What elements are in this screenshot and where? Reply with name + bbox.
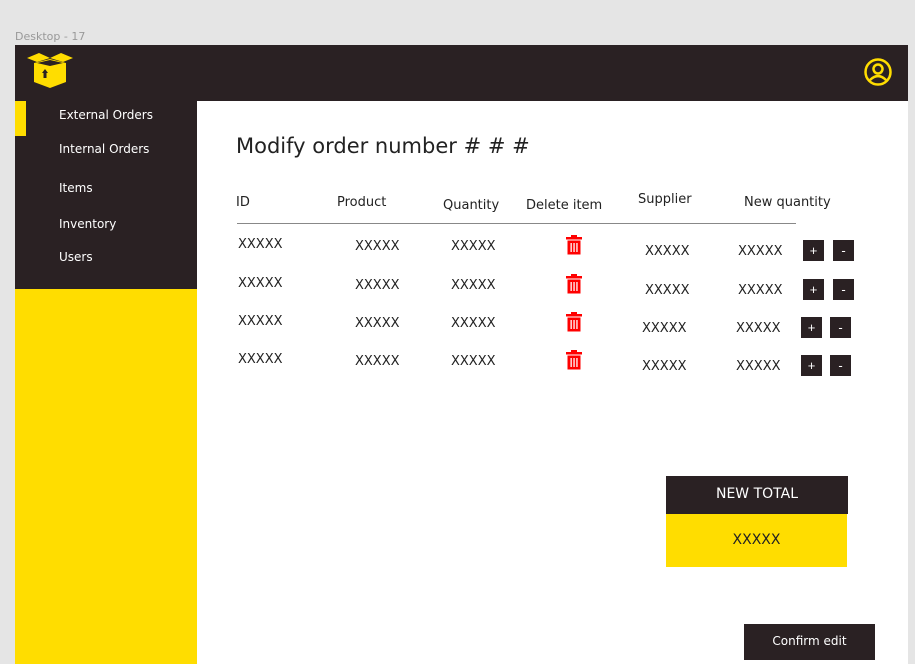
cell-id: XXXXX [238, 314, 283, 329]
sidebar [15, 101, 197, 289]
increase-quantity-button[interactable]: + [803, 240, 824, 261]
cell-product: XXXXX [355, 239, 400, 254]
box-logo-icon [27, 53, 73, 88]
col-header-quantity: Quantity [443, 198, 500, 213]
trash-icon[interactable] [566, 350, 582, 370]
col-header-supplier: Supplier [638, 192, 692, 207]
page-title: Modify order number # # # [236, 134, 530, 158]
cell-product: XXXXX [355, 316, 400, 331]
cell-supplier: XXXXX [645, 244, 690, 259]
cell-new-quantity: XXXXX [738, 283, 783, 298]
sidebar-filler [15, 289, 197, 664]
cell-quantity: XXXXX [451, 239, 496, 254]
header-divider [237, 223, 796, 224]
col-header-delete: Delete item [526, 198, 603, 213]
cell-id: XXXXX [238, 352, 283, 367]
increase-quantity-button[interactable]: + [801, 355, 822, 376]
new-total-value: XXXXX [666, 514, 847, 567]
new-total-label: NEW TOTAL [666, 476, 848, 514]
user-account-icon[interactable] [863, 57, 893, 87]
col-header-product: Product [337, 195, 387, 210]
cell-supplier: XXXXX [642, 359, 687, 374]
sidebar-item-external-orders[interactable]: External Orders [59, 108, 153, 122]
cell-supplier: XXXXX [645, 283, 690, 298]
frame-label: Desktop - 17 [15, 30, 86, 43]
sidebar-item-users[interactable]: Users [59, 250, 93, 264]
cell-id: XXXXX [238, 276, 283, 291]
trash-icon[interactable] [566, 312, 582, 332]
decrease-quantity-button[interactable]: - [833, 240, 854, 261]
sidebar-item-internal-orders[interactable]: Internal Orders [59, 142, 149, 156]
trash-icon[interactable] [566, 235, 582, 255]
increase-quantity-button[interactable]: + [803, 279, 824, 300]
cell-new-quantity: XXXXX [736, 321, 781, 336]
col-header-id: ID [236, 195, 250, 210]
active-nav-indicator [15, 101, 26, 136]
cell-supplier: XXXXX [642, 321, 687, 336]
cell-quantity: XXXXX [451, 316, 496, 331]
cell-quantity: XXXXX [451, 278, 496, 293]
trash-icon[interactable] [566, 274, 582, 294]
confirm-edit-button[interactable]: Confirm edit [744, 624, 875, 660]
top-bar [15, 45, 908, 101]
cell-id: XXXXX [238, 237, 283, 252]
cell-product: XXXXX [355, 354, 400, 369]
main-panel [197, 101, 908, 664]
col-header-new-quantity: New quantity [744, 195, 831, 210]
decrease-quantity-button[interactable]: - [830, 317, 851, 338]
sidebar-item-items[interactable]: Items [59, 181, 93, 195]
increase-quantity-button[interactable]: + [801, 317, 822, 338]
cell-quantity: XXXXX [451, 354, 496, 369]
cell-new-quantity: XXXXX [736, 359, 781, 374]
cell-product: XXXXX [355, 278, 400, 293]
cell-new-quantity: XXXXX [738, 244, 783, 259]
decrease-quantity-button[interactable]: - [833, 279, 854, 300]
decrease-quantity-button[interactable]: - [830, 355, 851, 376]
sidebar-item-inventory[interactable]: Inventory [59, 217, 116, 231]
